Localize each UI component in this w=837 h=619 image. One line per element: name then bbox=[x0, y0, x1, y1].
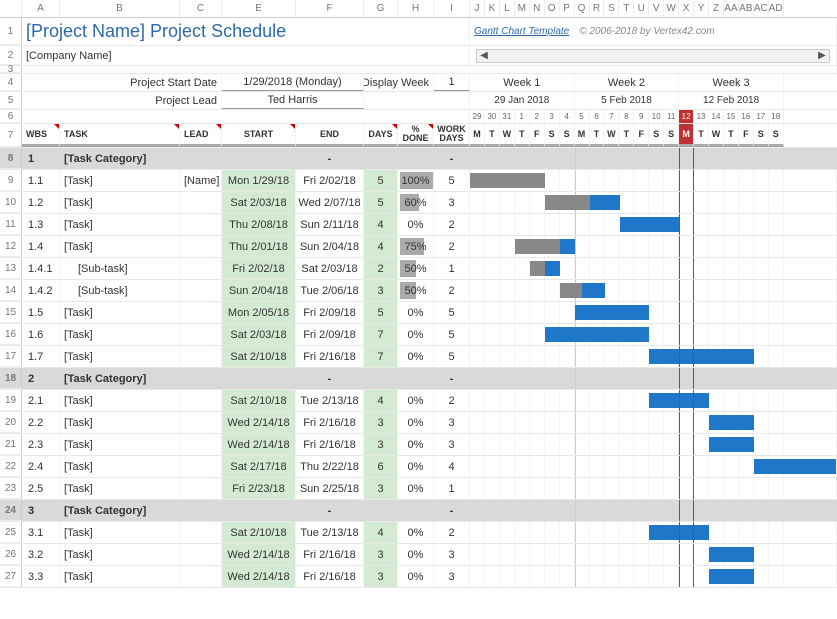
day-letter: T bbox=[694, 124, 709, 147]
task-row[interactable]: 263.2[Task]Wed 2/14/18Fri 2/16/1830%3 bbox=[0, 544, 837, 566]
colhead-days[interactable]: DAYS bbox=[364, 124, 398, 147]
display-week-input[interactable]: 1 bbox=[434, 74, 470, 91]
task-row[interactable]: 202.2[Task]Wed 2/14/18Fri 2/16/1830%3 bbox=[0, 412, 837, 434]
day-letter: S bbox=[545, 124, 560, 147]
day-letter: F bbox=[634, 124, 649, 147]
day-number: 8 bbox=[619, 110, 634, 123]
scroll-right-icon[interactable]: ▶ bbox=[815, 50, 829, 62]
colhead-wbs[interactable]: WBS bbox=[22, 124, 60, 147]
task-row[interactable]: 232.5[Task]Fri 2/23/18Sun 2/25/1830%1 bbox=[0, 478, 837, 500]
colhead-work[interactable]: WORK DAYS bbox=[434, 124, 470, 147]
day-letter: T bbox=[619, 124, 634, 147]
task-row[interactable]: 111.3[Task]Thu 2/08/18Sun 2/11/1840%2 bbox=[0, 214, 837, 236]
task-row[interactable]: 131.4.1[Sub-task]Fri 2/02/18Sat 2/03/182… bbox=[0, 258, 837, 280]
day-letter: S bbox=[664, 124, 679, 147]
day-letter: W bbox=[500, 124, 515, 147]
day-number: 16 bbox=[739, 110, 754, 123]
colhead-task[interactable]: TASK bbox=[60, 124, 180, 147]
day-number: 18 bbox=[769, 110, 784, 123]
day-number: 14 bbox=[709, 110, 724, 123]
day-letter: W bbox=[709, 124, 724, 147]
category-row[interactable]: 81[Task Category]-- bbox=[0, 148, 837, 170]
colhead-end[interactable]: END bbox=[296, 124, 364, 147]
task-row[interactable]: 171.7[Task]Sat 2/10/18Fri 2/16/1870%5 bbox=[0, 346, 837, 368]
day-number: 12 bbox=[679, 110, 694, 123]
day-letter: M bbox=[470, 124, 485, 147]
colhead-pct[interactable]: % DONE bbox=[398, 124, 434, 147]
day-letter: F bbox=[530, 124, 545, 147]
week-date: 5 Feb 2018 bbox=[575, 92, 680, 109]
task-row[interactable]: 151.5[Task]Mon 2/05/18Fri 2/09/1850%5 bbox=[0, 302, 837, 324]
week-scrollbar[interactable]: ◀▶ bbox=[476, 49, 830, 63]
day-number: 1 bbox=[515, 110, 530, 123]
week-label: Week 3 bbox=[679, 74, 784, 91]
day-number: 30 bbox=[485, 110, 500, 123]
day-letter: S bbox=[560, 124, 575, 147]
day-number: 13 bbox=[694, 110, 709, 123]
colhead-lead[interactable]: LEAD bbox=[180, 124, 222, 147]
task-row[interactable]: 253.1[Task]Sat 2/10/18Tue 2/13/1840%2 bbox=[0, 522, 837, 544]
week-label: Week 2 bbox=[575, 74, 680, 91]
day-number: 11 bbox=[664, 110, 679, 123]
day-letter: S bbox=[754, 124, 769, 147]
day-number: 2 bbox=[530, 110, 545, 123]
week-date: 29 Jan 2018 bbox=[470, 92, 575, 109]
day-letter: M bbox=[575, 124, 590, 147]
day-letter: S bbox=[649, 124, 664, 147]
display-week-label: Display Week bbox=[364, 74, 434, 91]
copyright-text: © 2006-2018 by Vertex42.com bbox=[579, 26, 714, 37]
day-number: 17 bbox=[754, 110, 769, 123]
project-lead-label: Project Lead bbox=[22, 92, 222, 109]
task-row[interactable]: 222.4[Task]Sat 2/17/18Thu 2/22/1860%4 bbox=[0, 456, 837, 478]
day-number: 5 bbox=[575, 110, 590, 123]
task-row[interactable]: 91.1[Task][Name]Mon 1/29/18Fri 2/02/1851… bbox=[0, 170, 837, 192]
day-letter: T bbox=[724, 124, 739, 147]
template-link[interactable]: Gantt Chart Template bbox=[474, 26, 569, 37]
day-letter: W bbox=[604, 124, 619, 147]
day-number: 7 bbox=[604, 110, 619, 123]
category-row[interactable]: 243[Task Category]-- bbox=[0, 500, 837, 522]
day-number: 10 bbox=[649, 110, 664, 123]
task-row[interactable]: 273.3[Task]Wed 2/14/18Fri 2/16/1830%3 bbox=[0, 566, 837, 588]
start-date-label: Project Start Date bbox=[22, 74, 222, 91]
task-row[interactable]: 121.4[Task]Thu 2/01/18Sun 2/04/18475%2 bbox=[0, 236, 837, 258]
day-letter: M bbox=[679, 124, 694, 147]
week-label: Week 1 bbox=[470, 74, 575, 91]
scroll-left-icon[interactable]: ◀ bbox=[477, 50, 491, 62]
task-row[interactable]: 161.6[Task]Sat 2/03/18Fri 2/09/1870%5 bbox=[0, 324, 837, 346]
colhead-start[interactable]: START bbox=[222, 124, 296, 147]
day-number: 3 bbox=[545, 110, 560, 123]
day-letter: T bbox=[485, 124, 500, 147]
task-row[interactable]: 141.4.2[Sub-task]Sun 2/04/18Tue 2/06/183… bbox=[0, 280, 837, 302]
day-number: 31 bbox=[500, 110, 515, 123]
day-number: 15 bbox=[724, 110, 739, 123]
day-number: 9 bbox=[634, 110, 649, 123]
task-row[interactable]: 212.3[Task]Wed 2/14/18Fri 2/16/1830%3 bbox=[0, 434, 837, 456]
company-name[interactable]: [Company Name] bbox=[26, 50, 112, 62]
task-row[interactable]: 192.1[Task]Sat 2/10/18Tue 2/13/1840%2 bbox=[0, 390, 837, 412]
day-letter: S bbox=[769, 124, 784, 147]
day-letter: T bbox=[515, 124, 530, 147]
day-number: 4 bbox=[560, 110, 575, 123]
week-date: 12 Feb 2018 bbox=[679, 92, 784, 109]
start-date-input[interactable]: 1/29/2018 (Monday) bbox=[222, 74, 364, 91]
day-letter: T bbox=[590, 124, 605, 147]
project-lead-input[interactable]: Ted Harris bbox=[222, 92, 364, 109]
category-row[interactable]: 182[Task Category]-- bbox=[0, 368, 837, 390]
day-letter: F bbox=[739, 124, 754, 147]
page-title: [Project Name] Project Schedule bbox=[26, 21, 286, 42]
day-number: 6 bbox=[590, 110, 605, 123]
day-number: 29 bbox=[470, 110, 485, 123]
task-row[interactable]: 101.2[Task]Sat 2/03/18Wed 2/07/18560%3 bbox=[0, 192, 837, 214]
